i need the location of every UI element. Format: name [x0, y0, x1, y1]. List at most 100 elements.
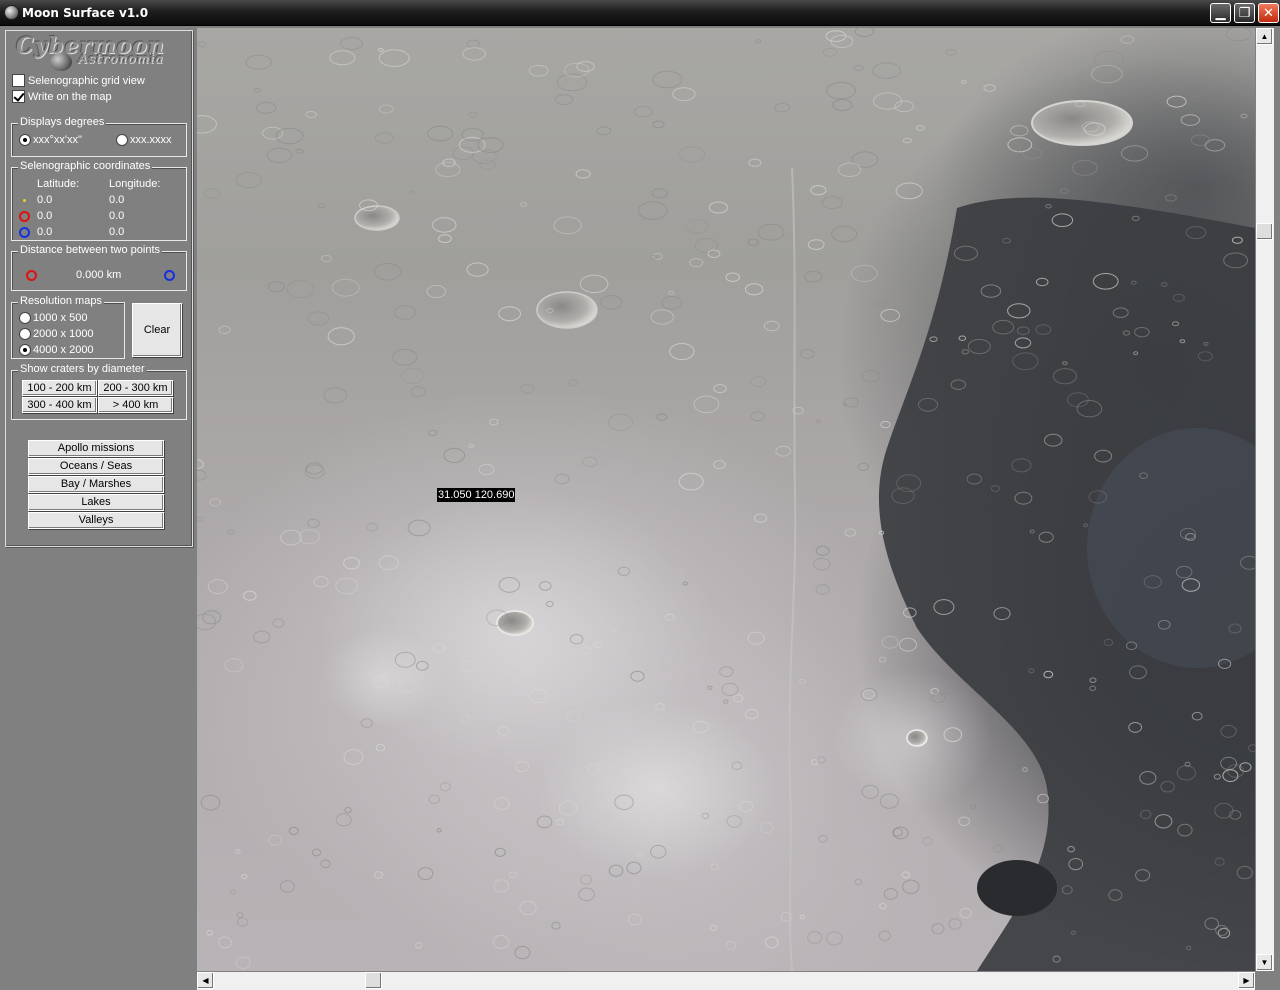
crater-mark	[468, 111, 479, 118]
resolution-option-4000[interactable]: 4000 x 2000	[19, 344, 94, 357]
degrees-dms-option[interactable]: xxx°xx'xx"	[19, 134, 82, 147]
horizontal-scrollbar[interactable]: ◀ ▶	[197, 972, 1255, 990]
crater-mark	[262, 126, 284, 140]
horizontal-scroll-thumb[interactable]	[365, 972, 383, 989]
crater-mark	[335, 813, 352, 827]
crater-mark	[1225, 28, 1252, 42]
grid-view-option[interactable]: Selenographic grid view	[12, 74, 145, 88]
crater-mark	[959, 907, 972, 919]
resolution-2000-label: 2000 x 1000	[33, 328, 94, 341]
scroll-right-button[interactable]: ▶	[1238, 972, 1255, 989]
crater-mark	[209, 498, 222, 507]
crater-mark	[899, 637, 917, 652]
crater-mark	[854, 28, 875, 37]
crater-mark	[1022, 147, 1043, 160]
moon-map[interactable]: 31.050 120.690	[197, 28, 1255, 971]
crater-mark	[478, 463, 495, 476]
crater-mark	[256, 101, 277, 114]
crater-mark	[329, 50, 356, 66]
degrees-group-title: Displays degrees	[18, 116, 107, 128]
crater-mark	[305, 111, 317, 118]
oceans-seas-button[interactable]: Oceans / Seas	[28, 458, 164, 475]
lakes-button[interactable]: Lakes	[28, 494, 164, 511]
crater-mark	[879, 656, 887, 663]
crater-mark	[608, 413, 634, 431]
crater-mark	[331, 278, 360, 297]
valleys-button[interactable]: Valleys	[28, 512, 164, 529]
crater-mark	[344, 807, 352, 814]
resolution-group: Resolution maps 1000 x 500 2000 x 1000 4…	[11, 295, 125, 359]
vertical-scroll-thumb[interactable]	[1256, 223, 1273, 241]
crater-mark	[945, 49, 957, 56]
crater-mark	[895, 182, 923, 200]
crater-mark	[810, 185, 827, 196]
crater-mark	[343, 749, 364, 765]
write-map-checkbox[interactable]	[12, 90, 25, 103]
apollo-missions-button[interactable]: Apollo missions	[28, 440, 164, 457]
crater-mark	[375, 132, 394, 144]
craters-100-200-button[interactable]: 100 - 200 km	[22, 380, 97, 396]
center-latitude: 0.0	[37, 194, 53, 206]
clear-button[interactable]: Clear	[132, 303, 182, 357]
crater-mark	[652, 120, 665, 129]
craters-300-400-button[interactable]: 300 - 400 km	[22, 397, 97, 413]
crater-mark	[725, 272, 740, 282]
scroll-down-button[interactable]: ▼	[1256, 954, 1273, 971]
crater-mark	[1121, 145, 1149, 162]
resolution-option-2000[interactable]: 2000 x 1000	[19, 328, 94, 341]
resolution-1000-radio[interactable]	[19, 312, 31, 325]
vertical-scrollbar[interactable]: ▲ ▼	[1256, 28, 1274, 971]
crater-mark	[237, 917, 249, 927]
crater-mark	[494, 847, 506, 857]
crater-mark	[750, 376, 767, 388]
crater-mark	[520, 202, 528, 207]
crater-mark	[514, 945, 531, 960]
degrees-decimal-radio[interactable]	[116, 134, 128, 147]
crater-mark	[851, 151, 879, 168]
crater-mark	[650, 309, 674, 325]
crater-mark	[288, 826, 299, 836]
crater-mark	[748, 158, 762, 167]
crater-mark	[203, 188, 221, 199]
bay-marshes-button[interactable]: Bay / Marshes	[28, 476, 164, 493]
crater-mark	[656, 413, 668, 421]
minimize-button[interactable]: ▁	[1210, 3, 1231, 23]
grid-view-checkbox[interactable]	[12, 74, 25, 87]
crater-mark	[986, 153, 995, 159]
resolution-4000-radio[interactable]	[19, 344, 31, 357]
degrees-decimal-option[interactable]: xxx.xxxx	[116, 134, 172, 147]
degrees-dms-radio[interactable]	[19, 134, 31, 147]
crater-mark	[528, 65, 549, 77]
distance-value: 0.000 km	[76, 269, 122, 281]
crater-mark	[551, 921, 561, 930]
crater-mark	[268, 834, 282, 846]
crater-mark	[375, 743, 386, 752]
crater-mark	[764, 936, 779, 949]
close-button[interactable]: ✕	[1258, 3, 1279, 23]
craters-400-plus-button[interactable]: > 400 km	[98, 397, 173, 413]
crater-mark	[775, 445, 792, 457]
resolution-option-1000[interactable]: 1000 x 500	[19, 312, 88, 325]
crater-mark	[408, 190, 415, 195]
crater-mark	[323, 387, 348, 404]
crater-mark	[207, 579, 228, 594]
maximize-button[interactable]: ❐	[1234, 3, 1255, 23]
crater-mark	[327, 327, 355, 346]
crater-mark	[915, 125, 925, 131]
crater-mark	[807, 239, 825, 251]
crater-mark	[253, 630, 271, 644]
crater-mark	[224, 658, 244, 673]
resolution-2000-radio[interactable]	[19, 328, 31, 341]
crater-mark	[267, 281, 285, 293]
craters-200-300-button[interactable]: 200 - 300 km	[98, 380, 173, 396]
scroll-up-button[interactable]: ▲	[1256, 28, 1273, 45]
write-map-option[interactable]: Write on the map	[12, 90, 112, 104]
resolution-1000-label: 1000 x 500	[33, 312, 88, 325]
crater-mark	[280, 529, 302, 546]
map-coordinate-label: 31.050 120.690	[437, 488, 516, 502]
scroll-left-button[interactable]: ◀	[197, 972, 214, 989]
crater-mark	[266, 147, 293, 164]
degrees-decimal-label: xxx.xxxx	[130, 134, 172, 147]
grid-view-label: Selenographic grid view	[28, 74, 145, 87]
crater-mark	[436, 828, 442, 833]
